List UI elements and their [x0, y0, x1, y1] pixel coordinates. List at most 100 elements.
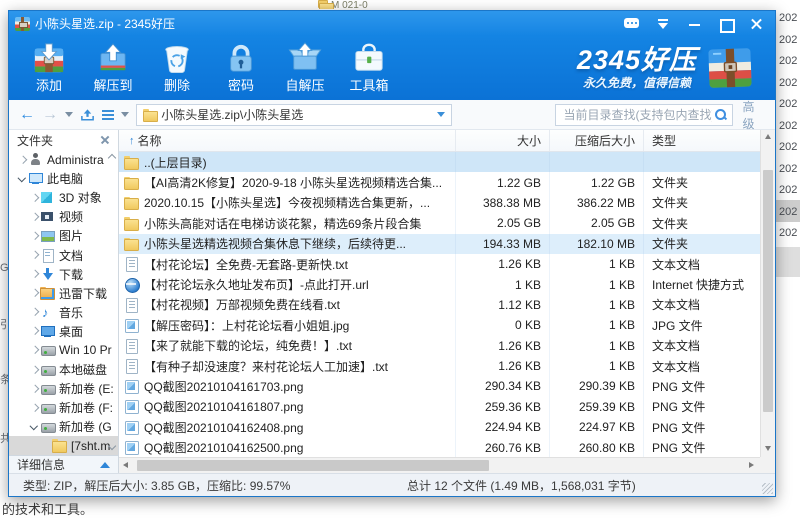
- self-extract-button[interactable]: 自解压: [273, 39, 337, 97]
- tree-item--[interactable]: 下载: [9, 265, 118, 284]
- list-row[interactable]: 2020.10.15【小陈头星选】今夜视频精选合集更新，...388.38 MB…: [119, 193, 760, 213]
- chevron-right-icon[interactable]: [29, 231, 39, 241]
- toolbox-button[interactable]: 工具箱: [337, 39, 401, 97]
- background-filename-fragment: M 021-0: [318, 0, 368, 9]
- tree-item--[interactable]: 视频: [9, 207, 118, 226]
- tree-item--[interactable]: 音乐: [9, 303, 118, 322]
- chevron-down-icon[interactable]: [17, 174, 27, 184]
- chevron-right-icon[interactable]: [29, 212, 39, 222]
- minimize-button[interactable]: [683, 15, 705, 33]
- tree-scroll-up-icon[interactable]: [108, 152, 117, 160]
- column-header-name[interactable]: ↑ 名称: [119, 130, 456, 151]
- tree-item--g[interactable]: 新加卷 (G: [9, 417, 118, 436]
- close-sidebar-icon[interactable]: [100, 135, 110, 145]
- password-button[interactable]: 密码: [209, 39, 273, 97]
- cell-size: 1.26 KB: [456, 254, 550, 274]
- tree-item--[interactable]: 桌面: [9, 322, 118, 341]
- list-row[interactable]: QQ截图20210104162408.png224.94 KB224.97 KB…: [119, 417, 760, 437]
- tree-item--f-[interactable]: 新加卷 (F:: [9, 398, 118, 417]
- vertical-scroll-thumb[interactable]: [763, 170, 773, 412]
- tree-item-win-10-pr[interactable]: Win 10 Pr: [9, 341, 118, 360]
- chevron-right-icon[interactable]: [29, 250, 39, 260]
- scroll-left-icon[interactable]: [123, 462, 130, 469]
- up-folder-icon[interactable]: [80, 108, 95, 122]
- advanced-search-button[interactable]: 高级: [742, 98, 765, 132]
- add-button[interactable]: 添加: [17, 39, 81, 97]
- chevron-down-icon[interactable]: [29, 422, 39, 432]
- column-header-packed-size[interactable]: 压缩后大小: [550, 130, 644, 151]
- list-row[interactable]: 【有种子却没速度？来村花论坛人工加速】.txt1.26 KB1 KB文本文档: [119, 356, 760, 376]
- tree-item-3d-[interactable]: 3D 对象: [9, 188, 118, 207]
- scroll-down-icon[interactable]: [765, 446, 772, 453]
- file-name: QQ截图20210104161807.png: [144, 398, 303, 415]
- forward-button[interactable]: →: [42, 107, 58, 123]
- chevron-right-icon[interactable]: [29, 193, 39, 203]
- horizontal-scrollbar[interactable]: [119, 457, 760, 473]
- chevron-right-icon[interactable]: [29, 288, 39, 298]
- chevron-right-icon[interactable]: [29, 384, 39, 394]
- list-row[interactable]: ..(上层目录): [119, 152, 760, 172]
- address-bar[interactable]: 小陈头星选.zip\小陈头星选: [136, 104, 452, 126]
- list-row[interactable]: 【AI高清2K修复】2020-9-18 小陈头星选视频精选合集...1.22 G…: [119, 172, 760, 192]
- search-icon[interactable]: [714, 108, 727, 121]
- delete-button[interactable]: 删除: [145, 39, 209, 97]
- tree-item--7sht-m[interactable]: [7sht.m: [9, 436, 118, 455]
- column-header-size[interactable]: 大小: [456, 130, 550, 151]
- list-row[interactable]: 小陈头高能对话在电梯访谈花絮，精选69条片段合集2.05 GB2.05 GB文件…: [119, 213, 760, 233]
- background-date-fragment: 202: [779, 120, 797, 132]
- scroll-right-icon[interactable]: [749, 462, 756, 469]
- close-button[interactable]: [745, 15, 767, 33]
- collapse-details-icon[interactable]: [100, 462, 110, 468]
- brand-slogan: 永久免费，值得信赖: [577, 74, 697, 91]
- column-header-type[interactable]: 类型: [644, 130, 760, 151]
- feedback-icon[interactable]: [621, 15, 643, 33]
- search-box[interactable]: [555, 104, 733, 126]
- chevron-right-icon[interactable]: [29, 345, 39, 355]
- chevron-right-icon[interactable]: [29, 307, 39, 317]
- tree-item--[interactable]: 本地磁盘: [9, 360, 118, 379]
- tree-item-administra[interactable]: Administra: [9, 150, 118, 169]
- chevron-right-icon[interactable]: [29, 269, 39, 279]
- search-input[interactable]: [561, 107, 714, 123]
- cell-name: 小陈头高能对话在电梯访谈花絮，精选69条片段合集: [119, 213, 456, 233]
- cell-name: 2020.10.15【小陈头星选】今夜视频精选合集更新，...: [119, 193, 456, 213]
- extract-to-button[interactable]: 解压到: [81, 39, 145, 97]
- tree-scroll-down-icon[interactable]: [108, 443, 117, 451]
- horizontal-scroll-thumb[interactable]: [137, 460, 489, 471]
- vertical-scrollbar[interactable]: [760, 130, 775, 457]
- list-row[interactable]: 【来了就能下载的论坛，纯免费！】.txt1.26 KB1 KB文本文档: [119, 336, 760, 356]
- list-row[interactable]: 【解压密码】：上村花论坛看小姐姐.jpg0 KB1 KBJPG 文件: [119, 315, 760, 335]
- list-row[interactable]: 【村花论坛】全免费-无套路-更新快.txt1.26 KB1 KB文本文档: [119, 254, 760, 274]
- list-row[interactable]: 【村花论坛永久地址发布页】-点此打开.url1 KB1 KBInternet 快…: [119, 274, 760, 294]
- list-row[interactable]: QQ截图20210104161807.png259.36 KB259.39 KB…: [119, 397, 760, 417]
- tree-item--[interactable]: 迅雷下载: [9, 284, 118, 303]
- chevron-right-icon[interactable]: [29, 403, 39, 413]
- back-button[interactable]: ←: [19, 107, 35, 123]
- list-row[interactable]: QQ截图20210104162500.png260.76 KB260.80 KB…: [119, 437, 760, 457]
- view-mode-icon[interactable]: [102, 110, 114, 120]
- scroll-up-icon[interactable]: [765, 134, 772, 141]
- app-window: 小陈头星选.zip - 2345好压 添加: [8, 10, 776, 497]
- list-row[interactable]: 小陈头星选精选视频合集休息下继续，后续待更...194.33 MB182.10 …: [119, 234, 760, 254]
- address-dropdown-icon[interactable]: [437, 112, 445, 117]
- details-panel-header[interactable]: 详细信息: [9, 455, 118, 473]
- tree-item--[interactable]: 文档: [9, 245, 118, 264]
- list-row[interactable]: QQ截图20210104161703.png290.34 KB290.39 KB…: [119, 376, 760, 396]
- cell-type: 文本文档: [644, 254, 760, 274]
- folder-icon: [52, 439, 67, 452]
- view-dropdown-icon[interactable]: [121, 112, 129, 117]
- file-name: 【村花论坛永久地址发布页】-点此打开.url: [144, 276, 369, 293]
- tree-item--[interactable]: 此电脑: [9, 169, 118, 188]
- list-row[interactable]: 【村花视频】万部视频免费在线看.txt1.12 KB1 KB文本文档: [119, 295, 760, 315]
- tree-item--[interactable]: 图片: [9, 226, 118, 245]
- cell-name: QQ截图20210104162500.png: [119, 437, 456, 457]
- tree-item--e-[interactable]: 新加卷 (E:: [9, 379, 118, 398]
- chevron-right-icon[interactable]: [17, 155, 27, 165]
- maximize-button[interactable]: [714, 15, 736, 33]
- history-dropdown-icon[interactable]: [65, 112, 73, 117]
- chevron-right-icon[interactable]: [29, 365, 39, 375]
- cell-name: 【村花论坛】全免费-无套路-更新快.txt: [119, 254, 456, 274]
- chevron-right-icon[interactable]: [29, 326, 39, 336]
- collapse-toolbar-icon[interactable]: [652, 15, 674, 33]
- resize-grip[interactable]: [762, 483, 773, 494]
